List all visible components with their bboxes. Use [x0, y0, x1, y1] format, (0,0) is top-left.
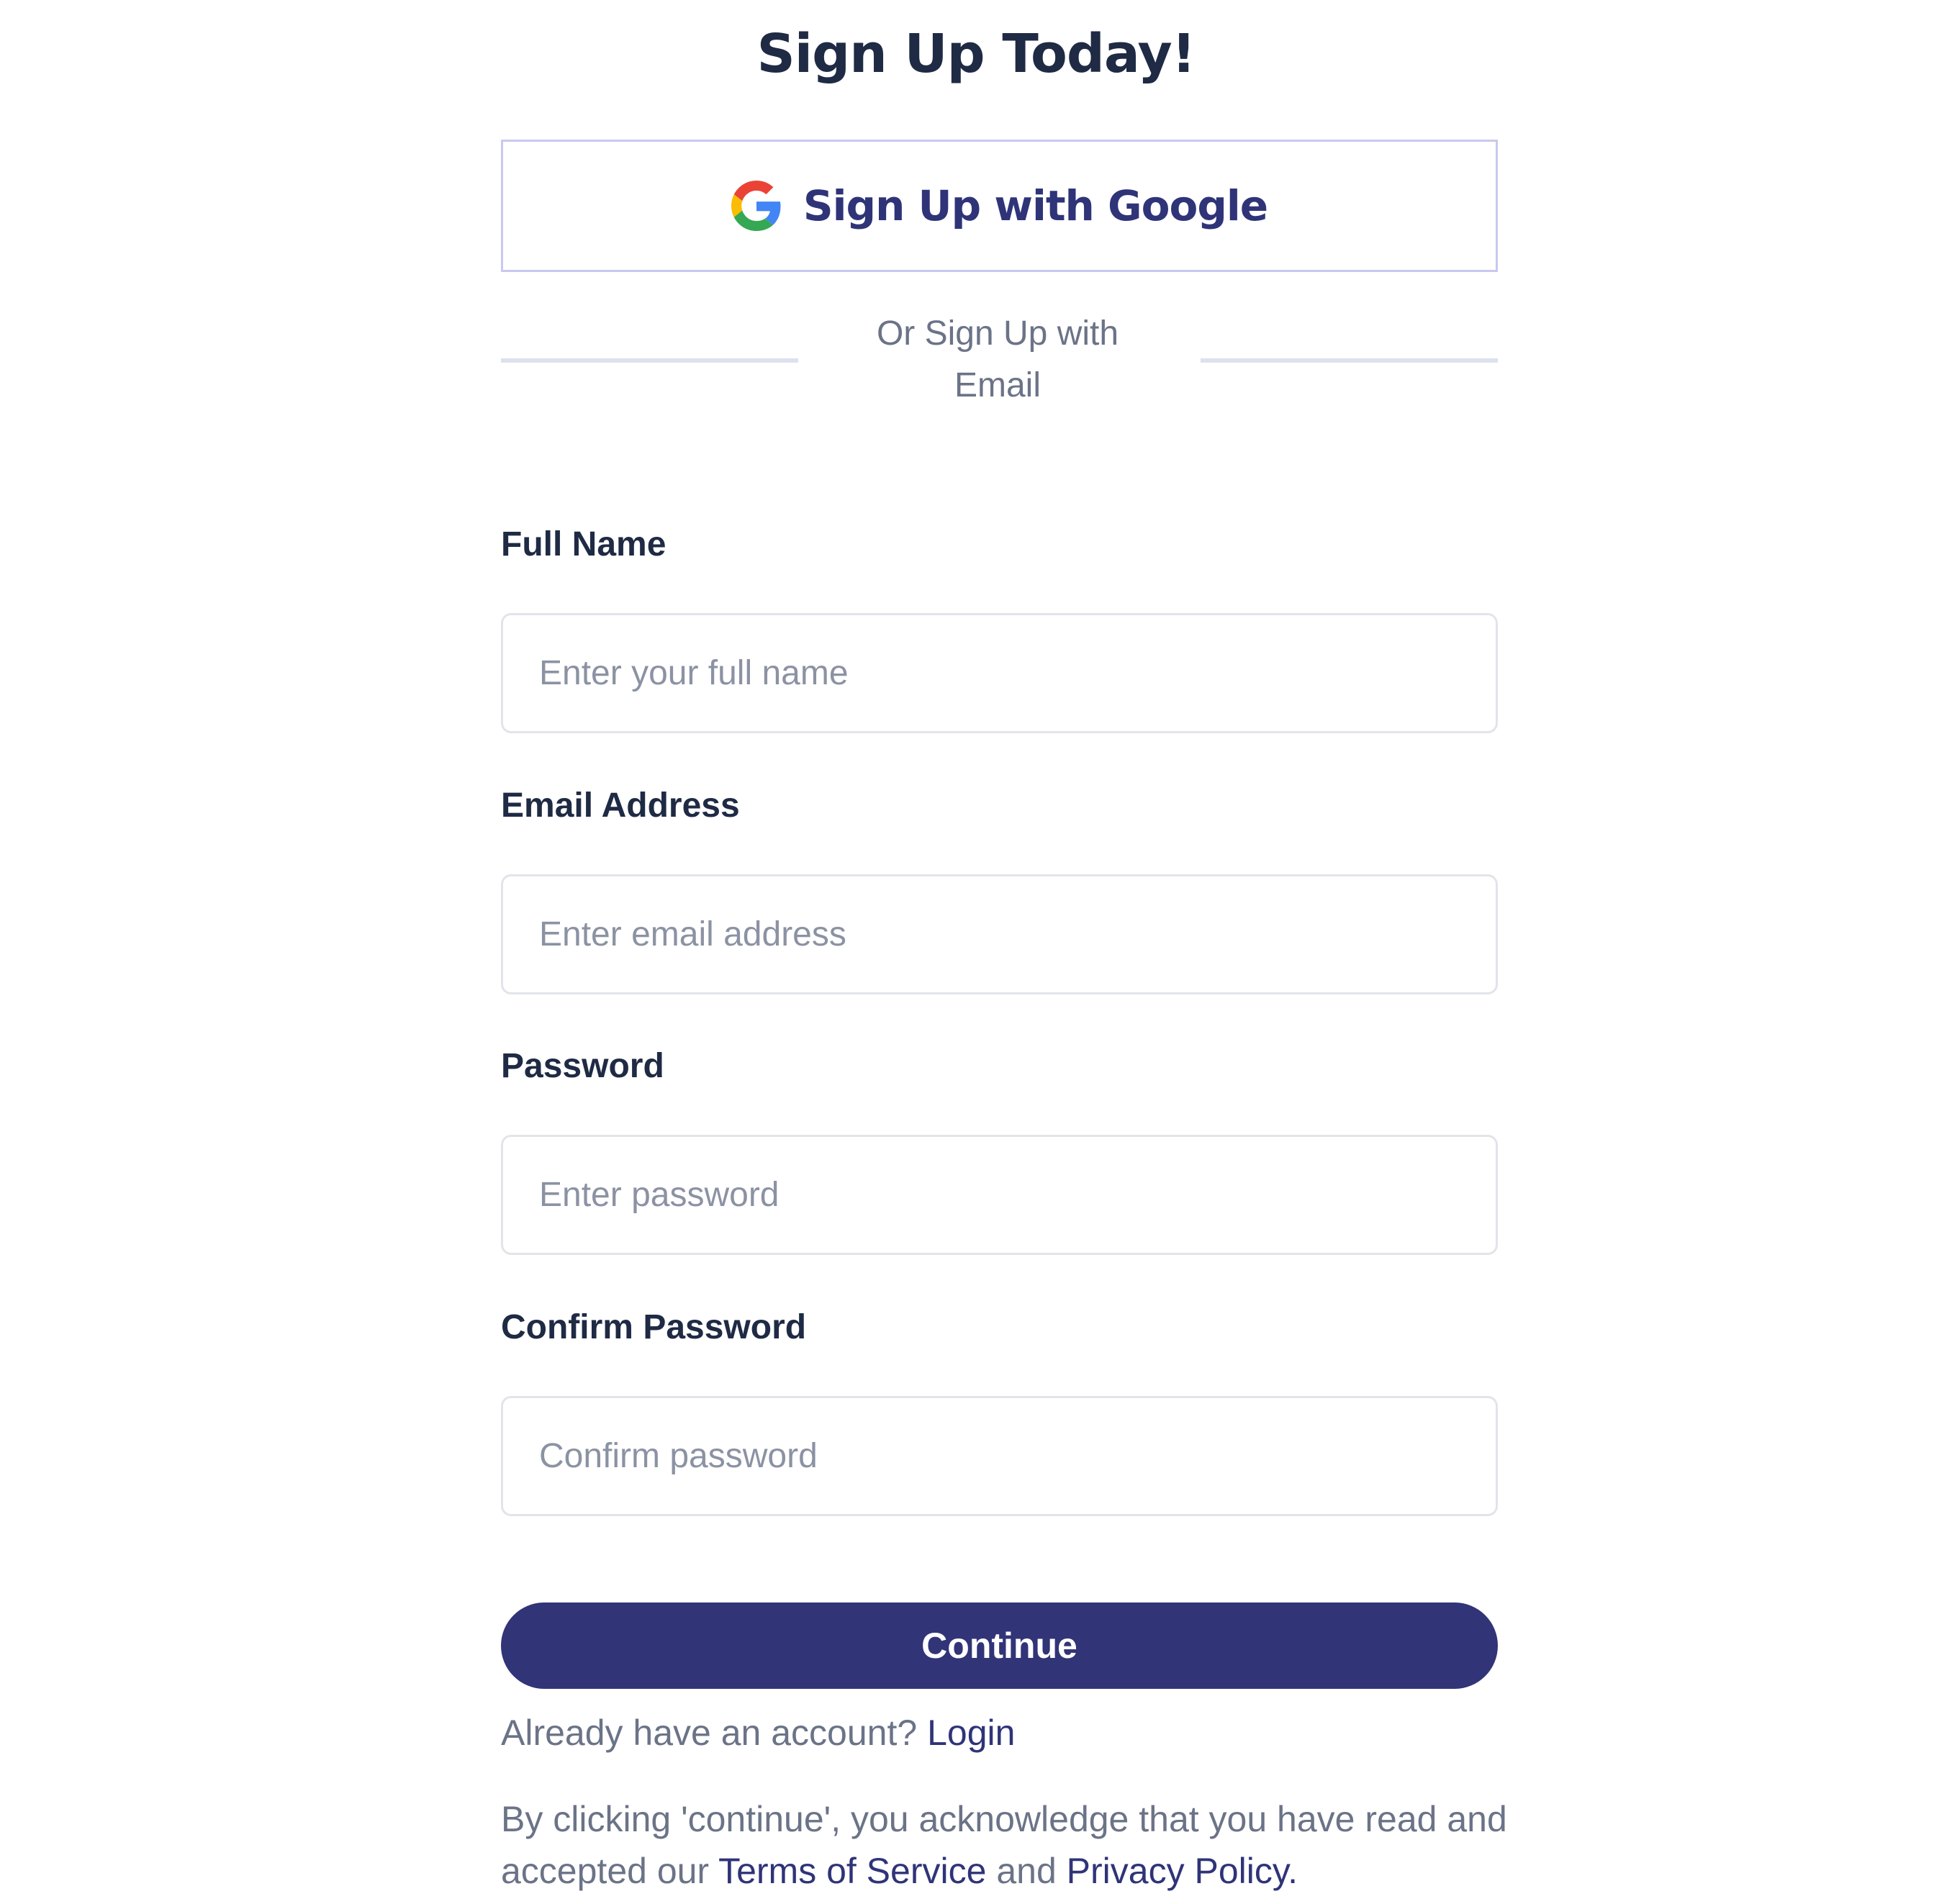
google-signup-label: Sign Up with Google	[803, 181, 1268, 230]
email-label: Email Address	[501, 786, 740, 825]
divider-text: Or Sign Up with Email	[796, 308, 1199, 412]
divider-text-line2: Email	[954, 366, 1041, 404]
confirm-password-input[interactable]	[501, 1396, 1498, 1516]
password-input[interactable]	[501, 1135, 1498, 1255]
login-link[interactable]: Login	[927, 1713, 1015, 1753]
password-label: Password	[501, 1047, 664, 1085]
confirm-password-label: Confirm Password	[501, 1308, 807, 1346]
legal-notice: By clicking 'continue', you acknowledge …	[501, 1793, 1509, 1897]
full-name-label: Full Name	[501, 525, 667, 563]
signup-page: Sign Up Today! Sign Up with Google Or Si…	[0, 0, 1952, 1904]
divider-line-left	[501, 358, 798, 363]
full-name-input[interactable]	[501, 613, 1498, 733]
login-prompt-text: Already have an account?	[501, 1713, 918, 1753]
email-input[interactable]	[501, 874, 1498, 994]
privacy-policy-link[interactable]: Privacy Policy	[1067, 1851, 1288, 1891]
legal-conjunction: and	[996, 1851, 1057, 1891]
continue-button[interactable]: Continue	[501, 1602, 1498, 1689]
page-title: Sign Up Today!	[756, 23, 1196, 85]
terms-of-service-link[interactable]: Terms of Service	[718, 1851, 986, 1891]
divider-line-right	[1201, 358, 1498, 363]
legal-suffix: .	[1288, 1851, 1298, 1891]
google-signup-button[interactable]: Sign Up with Google	[501, 140, 1498, 272]
google-icon	[731, 181, 781, 231]
login-prompt: Already have an account? Login	[501, 1707, 1015, 1759]
divider-text-line1: Or Sign Up with	[876, 314, 1119, 353]
